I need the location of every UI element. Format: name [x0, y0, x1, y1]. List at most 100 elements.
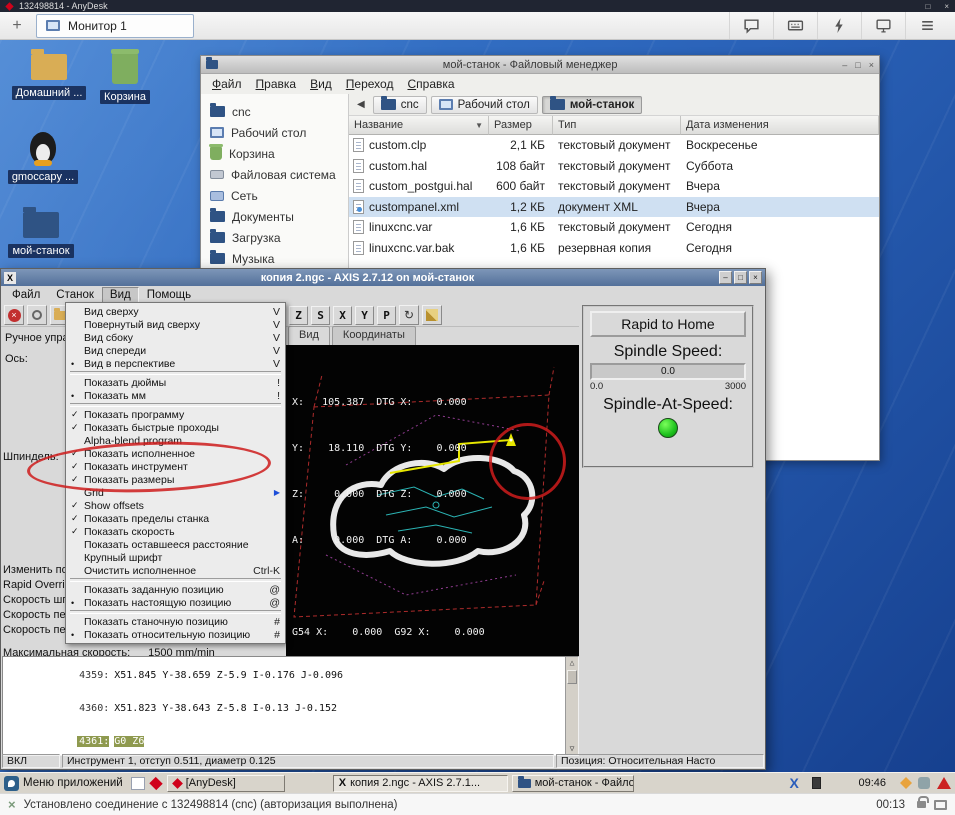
view-menu-item[interactable]: Показать заданную позицию @	[67, 583, 284, 596]
view-menu-item[interactable]: ✓ Показать инструмент	[67, 460, 284, 473]
menu-item[interactable]: Вид	[303, 76, 339, 92]
file-row[interactable]: custom.hal 108 байт текстовый документ С…	[349, 156, 879, 177]
sidebar-item[interactable]: Музыка	[201, 248, 348, 269]
breadcrumb-button[interactable]: мой-станок	[541, 95, 643, 114]
minimize-button[interactable]: –	[719, 271, 732, 284]
menu-item[interactable]: Файл	[205, 76, 249, 92]
view-menu-item[interactable]: ✓ Показать размеры	[67, 473, 284, 486]
gl-preview[interactable]: X: 105.387 DTG X: 0.000 Y: 18.110 DTG Y:…	[286, 345, 579, 656]
maximize-button[interactable]: □	[734, 271, 747, 284]
minimize-button[interactable]: –	[842, 60, 847, 70]
sidebar-item[interactable]: Файловая система	[201, 164, 348, 185]
machine-power-button[interactable]	[27, 305, 47, 325]
x11-tray-icon[interactable]	[789, 775, 805, 791]
view-preset-button[interactable]: X	[333, 305, 352, 325]
desktop-icon[interactable]: Домашний ...	[10, 49, 88, 100]
file-row[interactable]: custompanel.xml 1,2 КБ документ XML Вчер…	[349, 196, 879, 217]
close-button[interactable]: ×	[749, 271, 762, 284]
view-menu-item[interactable]: ✓ Показать пределы станка	[67, 512, 284, 525]
view-menu-item[interactable]: • Показать настоящую позицию @	[67, 596, 284, 609]
menu-item[interactable]: Станок	[48, 287, 102, 303]
file-row[interactable]: custom_postgui.hal 600 байт текстовый до…	[349, 176, 879, 197]
view-menu-item[interactable]: ✓ Показать скорость	[67, 525, 284, 538]
task-button[interactable]: [AnyDesk]	[166, 774, 285, 792]
sidebar-item[interactable]: Загрузка	[201, 227, 348, 248]
view-menu-item[interactable]: Показать оставшееся расстояние	[67, 538, 284, 551]
launcher-icon-2[interactable]	[149, 776, 163, 790]
view-menu-item[interactable]: Alpha-blend program	[67, 434, 284, 447]
anydesk-tray-icon[interactable]	[899, 776, 913, 790]
scroll-up-icon[interactable]	[566, 657, 578, 669]
view-menu-item[interactable]: Вид сбоку V	[67, 331, 284, 344]
task-button[interactable]: мой-станок - Файловы...	[511, 774, 634, 792]
view-menu-item[interactable]: • Показать относительную позицию #	[67, 628, 284, 641]
menu-item[interactable]: Вид	[101, 287, 139, 303]
sidebar-item[interactable]: Рабочий стол	[201, 122, 348, 143]
clear-plot-button[interactable]	[422, 305, 442, 325]
menu-item[interactable]: Справка	[400, 76, 461, 92]
view-menu-item[interactable]	[70, 403, 281, 407]
gcode-listing[interactable]: 4359: X51.845 Y-38.659 Z-5.9 I-0.176 J-0.…	[2, 656, 579, 756]
sidebar-item[interactable]: cnc	[201, 101, 348, 122]
preview-tab[interactable]: Координаты	[331, 326, 416, 345]
applications-menu-label[interactable]: Меню приложений	[23, 777, 123, 789]
gcode-scrollbar[interactable]	[565, 657, 578, 755]
breadcrumb-button[interactable]: Рабочий стол	[430, 95, 538, 114]
view-menu-item[interactable]: Показать станочную позицию #	[67, 615, 284, 628]
warning-tray-icon[interactable]	[937, 777, 951, 789]
menu-button[interactable]	[905, 12, 949, 39]
view-menu-item[interactable]: ✓ Показать быстрые проходы	[67, 421, 284, 434]
estop-button[interactable]	[4, 305, 24, 325]
view-menu-item[interactable]	[70, 371, 281, 375]
view-preset-button[interactable]: Y	[355, 305, 374, 325]
monitor-tab[interactable]: Монитор 1	[36, 13, 194, 38]
applications-menu-icon[interactable]	[4, 775, 19, 791]
tray-chip-icon[interactable]	[812, 777, 822, 789]
menu-item[interactable]: Помощь	[139, 287, 199, 303]
chat-button[interactable]	[729, 12, 773, 39]
view-preset-button[interactable]: P	[377, 305, 396, 325]
file-manager-titlebar[interactable]: мой-станок - Файловый менеджер – □ ×	[201, 56, 879, 74]
view-menu-item[interactable]: ✓ Show offsets	[67, 499, 284, 512]
keyboard-button[interactable]	[773, 12, 817, 39]
file-row[interactable]: linuxcnc.var.bak 1,6 КБ резервная копия …	[349, 238, 879, 259]
menu-item[interactable]: Файл	[4, 287, 48, 303]
view-menu-item[interactable]: Вид сверху V	[67, 305, 284, 318]
preview-tab[interactable]: Вид	[288, 326, 330, 345]
view-menu-item[interactable]: Показать дюймы !	[67, 376, 284, 389]
view-menu-item[interactable]: • Показать мм !	[67, 389, 284, 402]
close-button[interactable]: ×	[869, 60, 874, 70]
view-menu-item[interactable]: Вид спереди V	[67, 344, 284, 357]
launcher-icon-1[interactable]	[130, 776, 145, 790]
column-header-name[interactable]: Название ▼	[349, 116, 489, 135]
maximize-button[interactable]: □	[925, 2, 930, 11]
rotate-view-button[interactable]: ↻	[399, 305, 419, 325]
column-header-type[interactable]: Тип	[553, 116, 681, 135]
desktop-icon[interactable]: gmoccapy ...	[4, 132, 82, 184]
back-button[interactable]: ◀	[353, 99, 369, 110]
sidebar-item[interactable]: Сеть	[201, 185, 348, 206]
desktop-icon[interactable]: Корзина	[86, 49, 164, 104]
rapid-to-home-button[interactable]: Rapid to Home	[590, 311, 746, 337]
file-row[interactable]: custom.clp 2,1 КБ текстовый документ Вос…	[349, 135, 879, 156]
view-menu-item[interactable]: • Вид в перспективе V	[67, 357, 284, 370]
maximize-button[interactable]: □	[855, 60, 860, 70]
menu-item[interactable]: Правка	[249, 76, 304, 92]
close-button[interactable]: ×	[944, 2, 949, 11]
actions-button[interactable]	[817, 12, 861, 39]
view-menu-item[interactable]	[70, 578, 281, 582]
view-preset-button[interactable]: S	[311, 305, 330, 325]
sidebar-item[interactable]: Документы	[201, 206, 348, 227]
view-menu-item[interactable]: Повернутый вид сверху V	[67, 318, 284, 331]
view-menu-item[interactable]: Крупный шрифт	[67, 551, 284, 564]
axis-titlebar[interactable]: копия 2.ngc - AXIS 2.7.12 on мой-станок …	[1, 269, 765, 286]
view-menu-item[interactable]	[70, 610, 281, 614]
column-header-size[interactable]: Размер	[489, 116, 553, 135]
new-session-button[interactable]: +	[6, 17, 28, 35]
tray-blob-icon[interactable]	[918, 777, 930, 789]
file-row[interactable]: linuxcnc.var 1,6 КБ текстовый документ С…	[349, 217, 879, 238]
column-header-date[interactable]: Дата изменения	[681, 116, 879, 135]
desktop-icon[interactable]: мой-станок	[2, 207, 80, 258]
sidebar-item[interactable]: Корзина	[201, 143, 348, 164]
task-button[interactable]: копия 2.ngc - AXIS 2.7.1...	[332, 774, 508, 792]
